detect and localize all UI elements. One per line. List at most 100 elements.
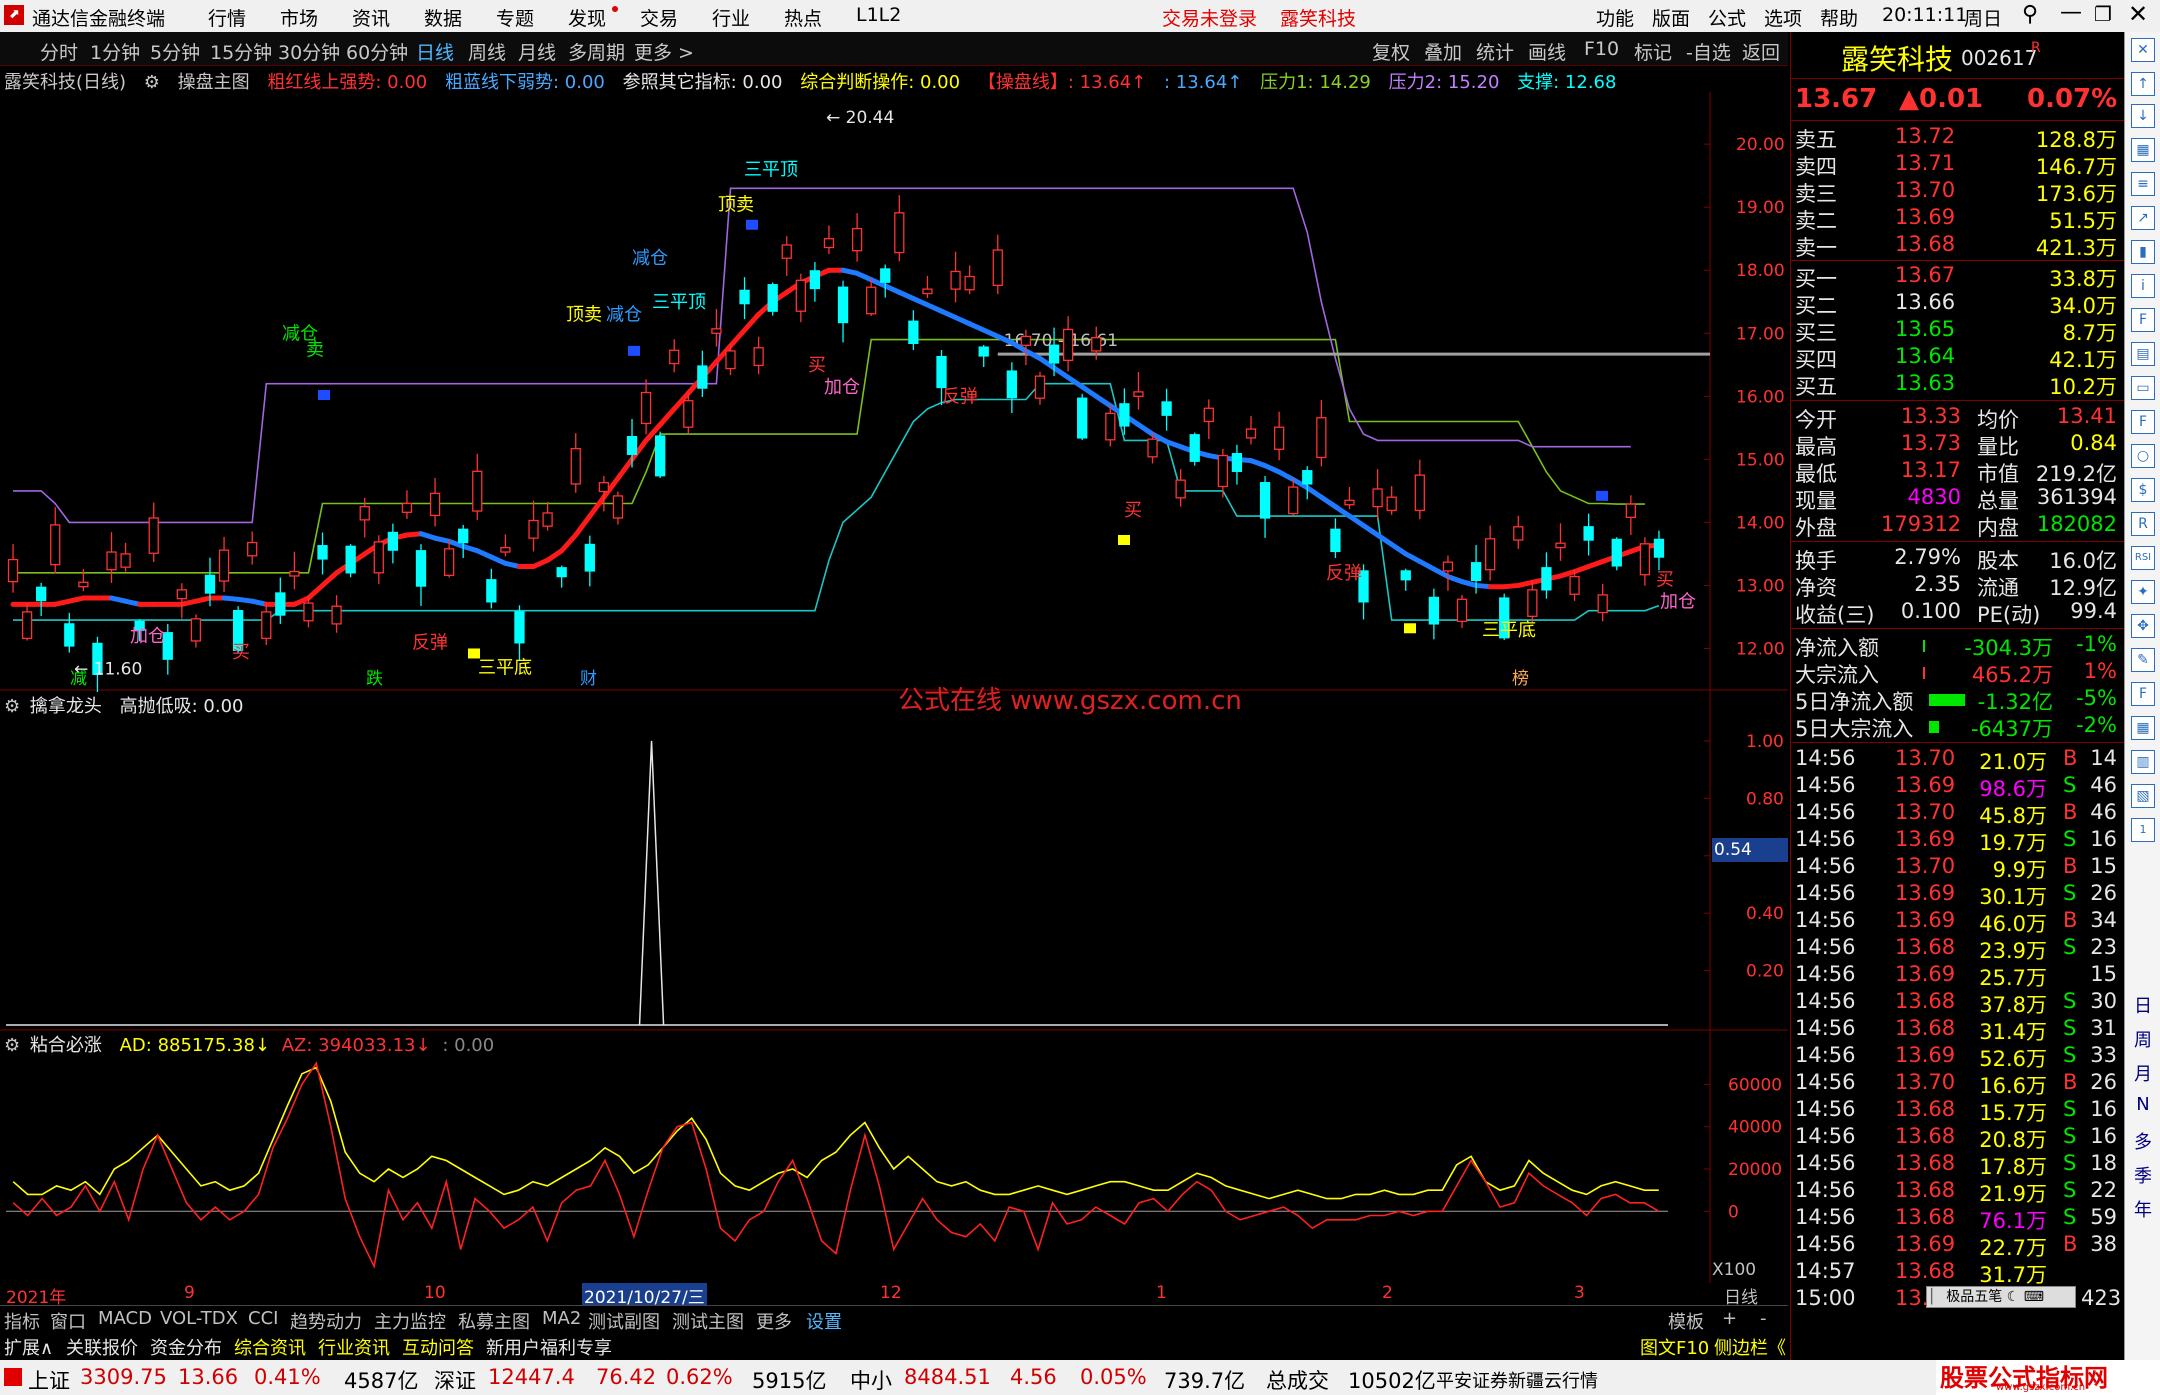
r-icon[interactable]: R [2131,512,2155,536]
chart-settings-icon[interactable]: ⚙ [144,72,160,93]
tab-qa[interactable]: 互动问答 [402,1334,474,1360]
menu-item-topic[interactable]: 专题 [496,4,534,31]
close-icon[interactable]: ✕ [2128,0,2148,28]
status-sz-label[interactable]: 深证 [434,1365,476,1395]
minimize-icon[interactable]: — [2060,0,2082,25]
search-icon[interactable]: ⚲ [2022,2,2038,27]
ime-moon-icon[interactable]: ☾ [2007,1289,2020,1305]
right-tab-multi[interactable]: 多 [2125,1128,2160,1154]
sub2-chart[interactable]: 60000 40000 20000 0 [0,1031,1788,1283]
tab-ma2[interactable]: MA2 [542,1308,581,1329]
right-tab-year[interactable]: 年 [2125,1196,2160,1222]
period-tab-month[interactable]: 月线 [518,38,556,65]
period-tab-fenshi[interactable]: 分时 [40,38,78,65]
restore-icon[interactable]: ❐ [2094,2,2112,26]
fs-icon[interactable]: F [2131,682,2155,706]
stats-icon[interactable]: ▥ [2131,750,2155,774]
right-tab-week[interactable]: 周 [2125,1026,2160,1052]
tab-f10-graph[interactable]: 图文F10 [1640,1334,1709,1360]
cash-icon[interactable]: $ [2131,478,2155,502]
period-tab-week[interactable]: 周线 [468,38,506,65]
menu-item-l1l2[interactable]: L1L2 [856,4,901,26]
signal-label: 减仓 [632,248,668,269]
tick-row: 14:56 13.68 20.8万 S 16 [1791,1124,2124,1152]
tab-industry-news[interactable]: 行业资讯 [318,1334,390,1360]
tab-add[interactable]: + [1722,1308,1737,1329]
menu-item-function[interactable]: 功能 [1596,4,1634,31]
period-tab-multi[interactable]: 多周期 [568,38,625,65]
ime-toolbar[interactable]: ▏ 极品五笔 ☾ ⌨ [1926,1286,2076,1308]
tick-side: S [2063,773,2077,797]
menu-item-data[interactable]: 数据 [424,4,462,31]
doc-icon[interactable]: ▭ [2131,376,2155,400]
menu-item-market[interactable]: 市场 [280,4,318,31]
close-panel-icon[interactable]: ✕ [2131,38,2155,62]
menu-item-quotes[interactable]: 行情 [208,4,246,31]
rsi-icon[interactable]: RSI [2131,546,2155,570]
period-tab-more[interactable]: 更多 > [634,38,694,65]
circle-icon[interactable]: ○ [2131,444,2155,468]
action-stats[interactable]: 统计 [1476,38,1514,65]
menu-item-hot[interactable]: 热点 [784,4,822,31]
num-icon[interactable]: 1 [2131,818,2155,842]
sub1-chart[interactable]: 1.000.800.600.400.20 [0,692,1788,1032]
period-tab-5m[interactable]: 5分钟 [150,38,200,65]
right-tab-day[interactable]: 日 [2125,992,2160,1018]
period-tab-15m[interactable]: 15分钟 [210,38,272,65]
info-icon[interactable]: i [2131,274,2155,298]
fin-icon[interactable]: F [2131,308,2155,332]
tab-general-news[interactable]: 综合资讯 [234,1334,306,1360]
action-fuquan[interactable]: 复权 [1372,38,1410,65]
chart2-icon[interactable]: ▧ [2131,784,2155,808]
login-status[interactable]: 交易未登录 [1162,4,1257,31]
action-overlay[interactable]: 叠加 [1424,38,1462,65]
menu-item-options[interactable]: 选项 [1764,4,1802,31]
right-tab-season[interactable]: 季 [2125,1162,2160,1188]
period-tab-day[interactable]: 日线 [416,38,454,65]
pen-icon[interactable]: ✎ [2131,648,2155,672]
action-watchlist[interactable]: -自选 [1686,38,1731,65]
table2-icon[interactable]: ▦ [2131,716,2155,740]
candlestick-chart[interactable]: 20.00 19.00 18.00 17.00 16.00 15.00 14.00 13.00… [0,92,1788,692]
right-tab-n[interactable]: N [2125,1094,2160,1115]
move-icon[interactable]: ✥ [2131,614,2155,638]
tab-sidebar[interactable]: 侧边栏《 [1714,1334,1786,1360]
menu-item-formula[interactable]: 公式 [1708,4,1746,31]
down-arrow-icon[interactable]: ↓ [2131,104,2155,128]
menu-item-help[interactable]: 帮助 [1820,4,1858,31]
list-icon[interactable]: ≡ [2131,172,2155,196]
f2-icon[interactable]: F [2131,410,2155,434]
action-mark[interactable]: 标记 [1634,38,1672,65]
action-f10[interactable]: F10 [1584,38,1619,60]
tab-new-user[interactable]: 新用户福利专享 [486,1334,612,1360]
tab-related-quotes[interactable]: 关联报价 [66,1334,138,1360]
status-sh-label[interactable]: 上证 [28,1365,70,1395]
right-tab-month[interactable]: 月 [2125,1060,2160,1086]
tab-expand[interactable]: 扩展∧ [4,1334,53,1360]
tab-cci[interactable]: CCI [248,1308,278,1329]
table-icon[interactable]: ▤ [2131,342,2155,366]
period-tab-60m[interactable]: 60分钟 [346,38,408,65]
period-tab-30m[interactable]: 30分钟 [278,38,340,65]
tab-macd[interactable]: MACD [98,1308,152,1329]
status-zx-label[interactable]: 中小 [850,1365,892,1395]
tab-fund-dist[interactable]: 资金分布 [150,1334,222,1360]
grid-icon[interactable]: ▦ [2131,138,2155,162]
menu-item-news[interactable]: 资讯 [352,4,390,31]
bell-icon[interactable]: ✦ [2131,580,2155,604]
menu-item-layout[interactable]: 版面 [1652,4,1690,31]
main-formula-name[interactable]: 操盘主图 [178,72,250,93]
tab-remove[interactable]: - [1760,1308,1767,1329]
tab-vol-tdx[interactable]: VOL-TDX [160,1308,238,1329]
menu-item-industry[interactable]: 行业 [712,4,750,31]
menu-item-discover[interactable]: 发现 [568,4,606,31]
tick-count: 15 [2090,962,2117,986]
action-draw[interactable]: 画线 [1528,38,1566,65]
period-tab-1m[interactable]: 1分钟 [90,38,140,65]
action-back[interactable]: 返回 [1742,38,1780,65]
menu-item-trade[interactable]: 交易 [640,4,678,31]
up-arrow-icon[interactable]: ↑ [2131,72,2155,96]
ime-keyboard-icon[interactable]: ⌨ [2024,1289,2044,1305]
chart-icon[interactable]: ↗ [2131,206,2155,230]
bars-icon[interactable]: ▮ [2131,240,2155,264]
